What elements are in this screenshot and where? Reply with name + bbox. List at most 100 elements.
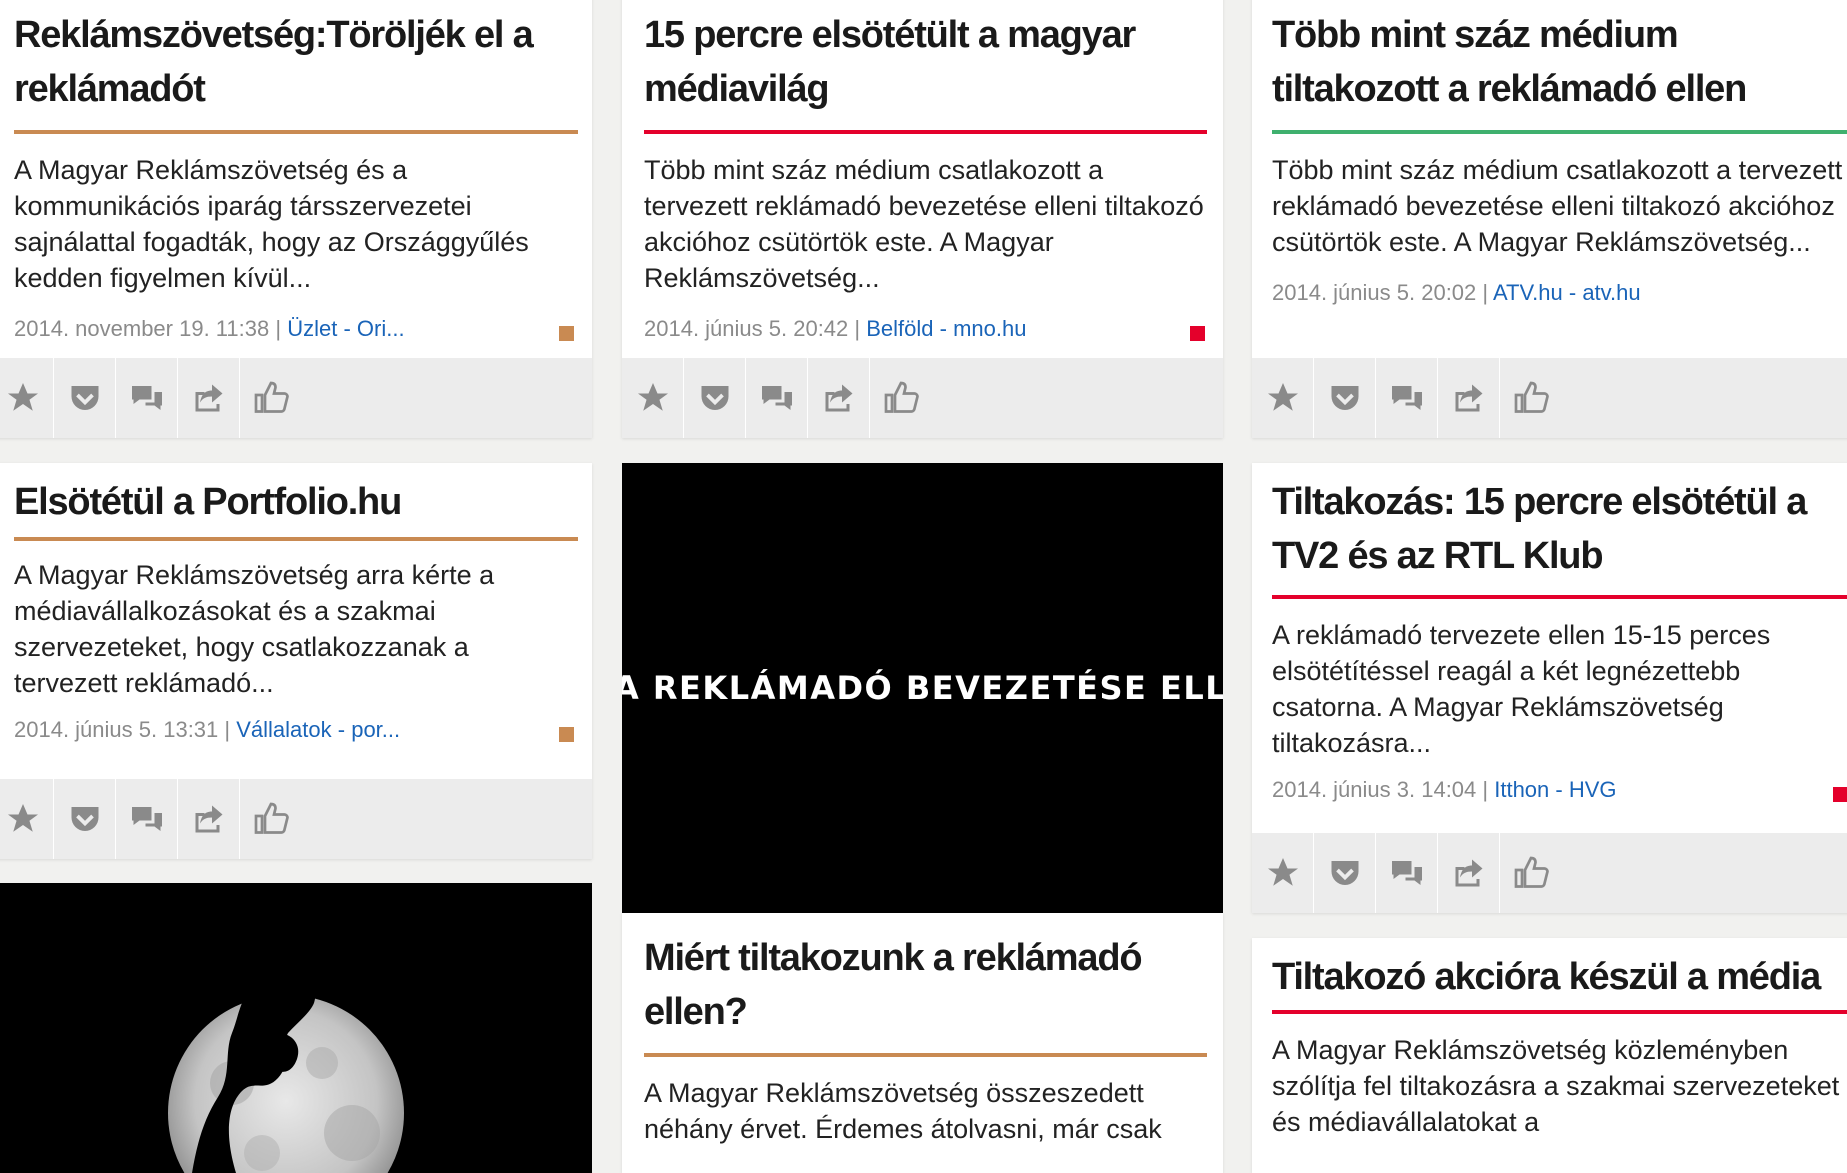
pocket-icon (701, 386, 728, 410)
article-card-4[interactable]: Elsötétül a Portfolio.hu A Magyar Reklám… (0, 463, 592, 859)
category-color-marker (559, 727, 574, 742)
comments-icon (1391, 386, 1422, 410)
star-icon (7, 383, 38, 411)
like-icon (1514, 381, 1549, 413)
category-link[interactable]: Vállalatok (236, 717, 331, 742)
title-divider (14, 130, 578, 134)
share-button[interactable] (1438, 358, 1500, 438)
comments-icon (131, 807, 162, 831)
article-date: 2014. november 19. 11:38 (14, 316, 270, 341)
comments-button[interactable] (1376, 358, 1438, 438)
share-icon (825, 384, 852, 412)
article-excerpt: A Magyar Reklámszövetség összeszedett né… (644, 1078, 1162, 1144)
article-title[interactable]: Tiltakozó akcióra készül a média (1272, 950, 1847, 1004)
article-excerpt: A Magyar Reklámszövetség közleményben sz… (1272, 1035, 1840, 1137)
pocket-button[interactable] (54, 779, 116, 859)
favorite-button[interactable] (0, 779, 54, 859)
favorite-button[interactable] (1252, 358, 1314, 438)
source-link[interactable]: mno.hu (953, 316, 1026, 341)
moon-image[interactable] (0, 883, 592, 1173)
article-excerpt: Több mint száz médium csatlakozott a ter… (644, 155, 1204, 293)
article-card-5[interactable]: Tiltakozás: 15 percre elsötétül a TV2 és… (1252, 463, 1847, 913)
separator: - (1568, 280, 1583, 305)
share-button[interactable] (178, 779, 240, 859)
title-divider (644, 1053, 1207, 1057)
pocket-icon (1331, 386, 1358, 410)
video-thumbnail[interactable]: A REKLÁMADÓ BEVEZETÉSE ELLEN! (622, 463, 1223, 913)
share-button[interactable] (178, 358, 240, 438)
source-link[interactable]: por... (351, 717, 400, 742)
title-divider (1272, 130, 1847, 134)
like-icon (254, 381, 289, 413)
share-button[interactable] (808, 358, 870, 438)
share-icon (1455, 859, 1482, 887)
article-card-2[interactable]: 15 percre elsötétült a magyar médiavilág… (622, 0, 1223, 438)
article-card-1[interactable]: Reklámszövetség:Töröljék el a reklámadót… (0, 0, 592, 438)
like-button[interactable] (870, 358, 932, 438)
pocket-button[interactable] (1314, 833, 1376, 913)
article-toolbar (622, 358, 1223, 438)
article-toolbar (1252, 358, 1847, 438)
category-color-marker (1833, 787, 1847, 802)
like-icon (254, 802, 289, 834)
article-card-3[interactable]: Több mint száz médium tiltakozott a rekl… (1252, 0, 1847, 438)
article-toolbar (0, 358, 592, 438)
favorite-button[interactable] (622, 358, 684, 438)
category-link[interactable]: ATV.hu (1493, 280, 1563, 305)
favorite-button[interactable] (1252, 833, 1314, 913)
article-title[interactable]: Reklámszövetség:Töröljék el a reklámadót (14, 8, 574, 116)
article-excerpt: A Magyar Reklámszövetség arra kérte a mé… (14, 560, 495, 698)
article-title[interactable]: Elsötétül a Portfolio.hu (14, 475, 574, 529)
title-divider (14, 537, 578, 541)
title-divider (644, 130, 1207, 134)
article-card-7[interactable]: Tiltakozó akcióra készül a média A Magya… (1252, 938, 1847, 1173)
like-button[interactable] (1500, 358, 1562, 438)
pocket-button[interactable] (684, 358, 746, 438)
article-excerpt: Több mint száz médium csatlakozott a ter… (1272, 155, 1843, 257)
article-title[interactable]: 15 percre elsötétült a magyar médiavilág (644, 8, 1205, 116)
pocket-icon (1331, 861, 1358, 885)
source-link[interactable]: atv.hu (1582, 280, 1640, 305)
category-link[interactable]: Üzlet (287, 316, 337, 341)
share-icon (195, 805, 222, 833)
article-date: 2014. június 5. 20:42 (644, 316, 849, 341)
pocket-button[interactable] (54, 358, 116, 438)
like-button[interactable] (240, 358, 302, 438)
article-meta: 2014. június 5. 20:02 | ATV.hu - atv.hu (1272, 280, 1641, 305)
comments-button[interactable] (746, 358, 808, 438)
pocket-button[interactable] (1314, 358, 1376, 438)
source-link[interactable]: Ori... (357, 316, 405, 341)
article-date: 2014. június 3. 14:04 (1272, 777, 1477, 802)
comments-button[interactable] (116, 779, 178, 859)
article-meta: 2014. június 5. 13:31 | Vállalatok - por… (14, 717, 574, 747)
comments-button[interactable] (116, 358, 178, 438)
comments-button[interactable] (1376, 833, 1438, 913)
star-icon (1267, 383, 1298, 411)
share-icon (1455, 384, 1482, 412)
star-icon (7, 804, 38, 832)
category-color-marker (559, 326, 574, 341)
article-title[interactable]: Miért tiltakozunk a reklámadó ellen? (644, 931, 1205, 1039)
category-link[interactable]: Belföld (866, 316, 933, 341)
article-title[interactable]: Több mint száz médium tiltakozott a rekl… (1272, 8, 1847, 116)
share-button[interactable] (1438, 833, 1500, 913)
comments-icon (131, 386, 162, 410)
article-card-6[interactable]: Miért tiltakozunk a reklámadó ellen? A M… (622, 913, 1223, 1173)
category-link[interactable]: Itthon (1494, 777, 1549, 802)
pocket-icon (71, 386, 98, 410)
separator: - (939, 316, 954, 341)
article-title[interactable]: Tiltakozás: 15 percre elsötétül a TV2 és… (1272, 475, 1847, 583)
pocket-icon (71, 807, 98, 831)
article-toolbar (0, 779, 592, 859)
article-meta: 2014. június 5. 20:42 | Belföld - mno.hu (644, 316, 1205, 346)
share-icon (195, 384, 222, 412)
title-divider (1272, 595, 1847, 599)
favorite-button[interactable] (0, 358, 54, 438)
star-icon (637, 383, 668, 411)
like-button[interactable] (240, 779, 302, 859)
separator: - (337, 717, 352, 742)
source-link[interactable]: HVG (1569, 777, 1617, 802)
moon-silhouette-illustration (168, 972, 404, 1173)
comments-icon (761, 386, 792, 410)
like-button[interactable] (1500, 833, 1562, 913)
